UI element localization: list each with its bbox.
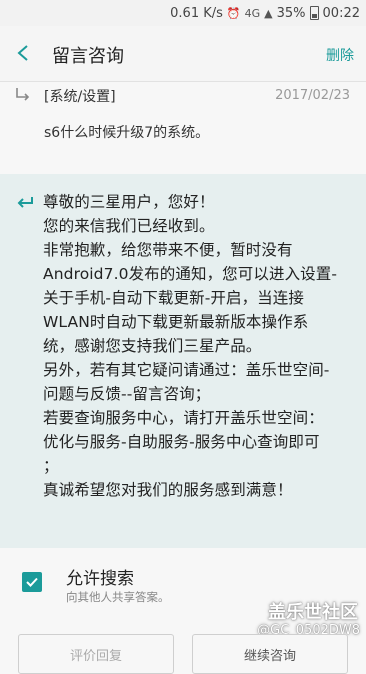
signal-icon: ▲ bbox=[264, 6, 273, 20]
check-icon bbox=[26, 577, 38, 587]
evaluate-reply-button[interactable]: 评价回复 bbox=[18, 634, 174, 674]
page-title: 留言咨询 bbox=[52, 46, 124, 67]
answer-line: 问题与反馈--留言咨询； bbox=[43, 385, 211, 403]
answer-line: WLAN时自动下载更新最新版本操作系 bbox=[43, 313, 309, 331]
answer-text: 尊敬的三星用户，您好！ 您的来信我们已经收到。 非常抱歉，给您带来不便，暂时没有… bbox=[43, 190, 361, 502]
status-bar: 0.61 K/s ⏰ 4G ▲ 35% 00:22 bbox=[0, 0, 366, 26]
delete-button[interactable]: 删除 bbox=[326, 45, 354, 65]
alarm-icon: ⏰ bbox=[226, 6, 241, 20]
answer-line: 非常抱歉，给您带来不便，暂时没有 bbox=[43, 241, 293, 259]
network-type: 4G bbox=[244, 6, 261, 20]
answer-line: 统，感谢您支持我们三星产品。 bbox=[43, 337, 262, 355]
answer-line: 优化与服务-自助服务-服务中心查询即可 bbox=[43, 433, 320, 451]
battery-icon bbox=[309, 6, 319, 20]
answer-line: ； bbox=[43, 457, 59, 475]
clock: 00:22 bbox=[322, 5, 360, 21]
question-category: [系统/设置] bbox=[44, 89, 116, 105]
answer-line: 真诚希望您对我们的服务感到满意！ bbox=[43, 481, 293, 499]
allow-search-section: 允许搜索 向其他人共享答案。 盖乐世社区 @GC_0502DW8 评价回复 继续… bbox=[0, 548, 366, 674]
question-date: 2017/02/23 bbox=[275, 88, 350, 103]
watermark-brand: 盖乐世社区 bbox=[268, 602, 358, 623]
answer-line: 关于手机-自动下载更新-开启，当连接 bbox=[43, 289, 304, 307]
allow-search-checkbox[interactable] bbox=[22, 572, 42, 592]
allow-search-title: 允许搜索 bbox=[66, 569, 134, 589]
question-section: [系统/设置] 2017/02/23 s6什么时候升级7的系统。 bbox=[0, 82, 366, 172]
question-text: s6什么时候升级7的系统。 bbox=[44, 125, 210, 141]
answer-line: 若要查询服务中心，请打开盖乐世空间： bbox=[43, 409, 324, 427]
network-speed: 0.61 K/s bbox=[170, 5, 223, 21]
answer-line: 尊敬的三星用户，您好！ bbox=[43, 193, 215, 211]
battery-level: 35% bbox=[276, 5, 306, 21]
back-arrow-icon[interactable] bbox=[12, 42, 34, 64]
allow-search-subtitle: 向其他人共享答案。 bbox=[66, 590, 170, 604]
reply-arrow-icon bbox=[14, 86, 32, 104]
app-header: 留言咨询 删除 bbox=[0, 26, 366, 82]
answer-section: 尊敬的三星用户，您好！ 您的来信我们已经收到。 非常抱歉，给您带来不便，暂时没有… bbox=[0, 174, 366, 548]
answer-line: 您的来信我们已经收到。 bbox=[43, 217, 215, 235]
answer-line: Android7.0发布的通知，您可以进入设置- bbox=[43, 265, 338, 283]
continue-consult-button[interactable]: 继续咨询 bbox=[192, 634, 348, 674]
answer-arrow-icon bbox=[16, 194, 34, 210]
answer-line: 另外，若有其它疑问请通过：盖乐世空间- bbox=[43, 361, 330, 379]
